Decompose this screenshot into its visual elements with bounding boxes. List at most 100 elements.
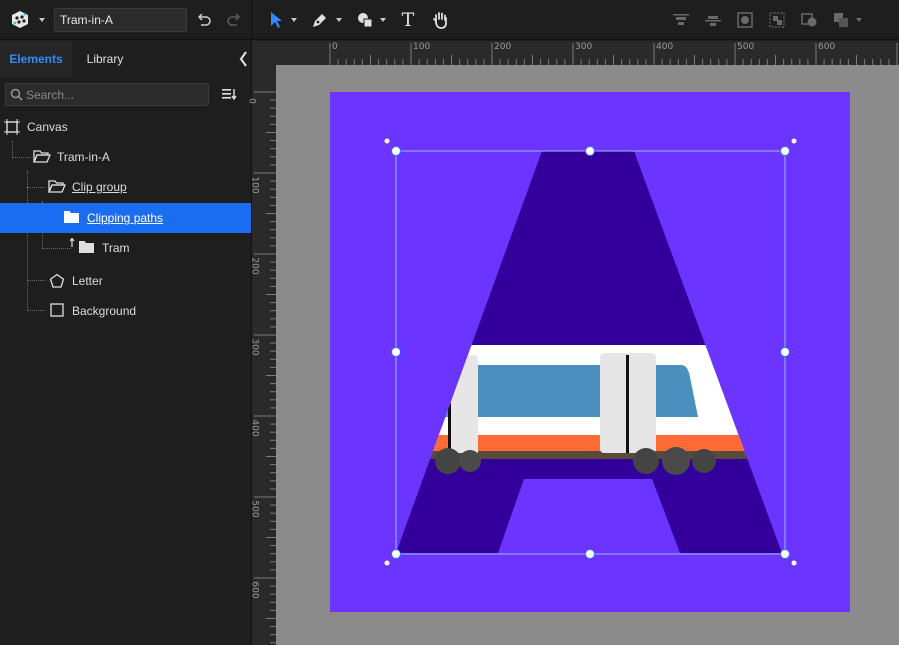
- shapes-tool-chevron-icon[interactable]: [380, 18, 386, 22]
- ruler-label: 400: [249, 419, 260, 437]
- group-button[interactable]: [766, 8, 788, 32]
- pen-tool-button[interactable]: [308, 8, 332, 32]
- ruler-label: 600: [818, 42, 836, 52]
- mask-button[interactable]: [734, 8, 756, 32]
- tram-group[interactable]: [376, 345, 796, 475]
- tram-wheel: [633, 448, 659, 474]
- undo-button[interactable]: [193, 8, 215, 32]
- text-tool-button[interactable]: T: [397, 8, 419, 32]
- ruler-corner: [252, 41, 276, 65]
- vertical-ruler[interactable]: 0 100 200 300 400 500 600: [248, 65, 276, 645]
- tree-item-label: Background: [72, 304, 137, 318]
- mask-icon: [737, 12, 753, 28]
- resize-handle[interactable]: [780, 347, 790, 357]
- resize-handle[interactable]: [391, 347, 401, 357]
- ruler-label: 0: [332, 42, 338, 52]
- resize-handle[interactable]: [391, 549, 401, 559]
- chevron-left-icon: [239, 51, 247, 67]
- tree-item-canvas[interactable]: Canvas: [0, 112, 251, 142]
- tree-item-tram[interactable]: Tram: [0, 233, 251, 263]
- search-input[interactable]: [26, 86, 206, 103]
- app-menu-button[interactable]: [8, 8, 36, 32]
- tree-item-label: Clipping paths: [87, 211, 164, 225]
- ruler-label: 100: [249, 176, 260, 194]
- app-menu-icon: [12, 11, 28, 28]
- select-tool-button[interactable]: [265, 8, 287, 32]
- folder-icon: [64, 211, 79, 223]
- document-name-field[interactable]: Tram-in-A: [54, 8, 187, 32]
- ruler-label: 300: [575, 42, 593, 52]
- rotate-handle[interactable]: [791, 138, 797, 144]
- hand-tool-icon: [433, 12, 447, 29]
- search-icon: [10, 88, 23, 101]
- tree-item-label: Tram: [102, 241, 130, 255]
- redo-button[interactable]: [223, 8, 245, 32]
- boolean-icon: [801, 13, 817, 27]
- pen-tool-chevron-icon[interactable]: [336, 18, 342, 22]
- elements-panel: Elements Library Search... Canvas Tram-i…: [0, 41, 251, 645]
- align-middle-button[interactable]: [702, 8, 724, 32]
- resize-handle[interactable]: [780, 549, 790, 559]
- select-tool-icon: [271, 12, 282, 28]
- ruler-label: 100: [413, 42, 431, 52]
- ruler-label: 500: [249, 500, 260, 518]
- tram-orange-stripe: [396, 435, 782, 451]
- rotate-handle[interactable]: [384, 560, 390, 566]
- clip-arrow-icon: [70, 238, 75, 247]
- group-icon: [769, 12, 785, 28]
- collapse-panel-button[interactable]: [237, 49, 251, 69]
- ruler-label: 600: [249, 581, 260, 599]
- tram-wheel: [662, 447, 690, 475]
- tram-wheel: [459, 450, 481, 472]
- tram-wheel: [692, 449, 716, 473]
- tram-door-pole-right: [626, 355, 629, 453]
- boolean-button[interactable]: [798, 8, 820, 32]
- align-top-button[interactable]: [670, 8, 692, 32]
- tab-elements[interactable]: Elements: [0, 41, 72, 77]
- search-box[interactable]: [5, 83, 209, 106]
- artwork: [376, 138, 797, 566]
- resize-handle[interactable]: [391, 146, 401, 156]
- ruler-label: 200: [249, 257, 260, 275]
- align-top-icon: [673, 14, 689, 25]
- tab-library[interactable]: Library: [72, 41, 138, 77]
- shapes-tool-button[interactable]: [353, 8, 377, 32]
- sort-button[interactable]: [221, 87, 237, 106]
- resize-handle[interactable]: [780, 146, 790, 156]
- rotate-handle[interactable]: [791, 560, 797, 566]
- panel-tabs: Elements Library: [0, 41, 251, 77]
- hand-tool-button[interactable]: [430, 8, 452, 32]
- ruler-label: 500: [737, 42, 755, 52]
- arrange-button[interactable]: [830, 8, 852, 32]
- resize-handle[interactable]: [585, 549, 595, 559]
- tree-item-label: Letter: [72, 274, 103, 288]
- tram-wheel: [435, 448, 461, 474]
- tree-item-clip-group[interactable]: Clip group: [0, 172, 251, 202]
- undo-icon: [197, 13, 211, 26]
- canvas-icon: [4, 119, 20, 135]
- ruler-label: 400: [656, 42, 674, 52]
- align-middle-icon: [705, 16, 721, 26]
- app-menu-chevron-icon[interactable]: [39, 18, 45, 22]
- select-tool-chevron-icon[interactable]: [291, 18, 297, 22]
- tree-item-clipping-paths[interactable]: Clipping paths: [0, 203, 251, 233]
- text-tool-icon: T: [401, 9, 415, 31]
- ruler-label: 300: [249, 338, 260, 356]
- tree-item-tram-in-a[interactable]: Tram-in-A: [0, 142, 251, 172]
- tram-door-left-lower: [450, 405, 478, 453]
- top-toolbar: Tram-in-A T: [0, 0, 899, 40]
- resize-handle[interactable]: [585, 146, 595, 156]
- tree-item-label: Clip group: [72, 180, 127, 194]
- arrange-icon: [834, 13, 848, 27]
- arrange-chevron-icon[interactable]: [856, 18, 862, 22]
- redo-icon: [227, 13, 241, 26]
- pen-tool-icon: [313, 14, 326, 27]
- sort-icon: [222, 89, 237, 101]
- tree-item-background[interactable]: Background: [0, 296, 251, 326]
- horizontal-ruler[interactable]: 0 100 200 300 400 500 600: [252, 41, 899, 65]
- pentagon-icon: [49, 273, 65, 288]
- rectangle-icon: [50, 303, 64, 317]
- ruler-label: 0: [248, 98, 259, 104]
- tree-item-letter[interactable]: Letter: [0, 266, 251, 296]
- rotate-handle[interactable]: [384, 138, 390, 144]
